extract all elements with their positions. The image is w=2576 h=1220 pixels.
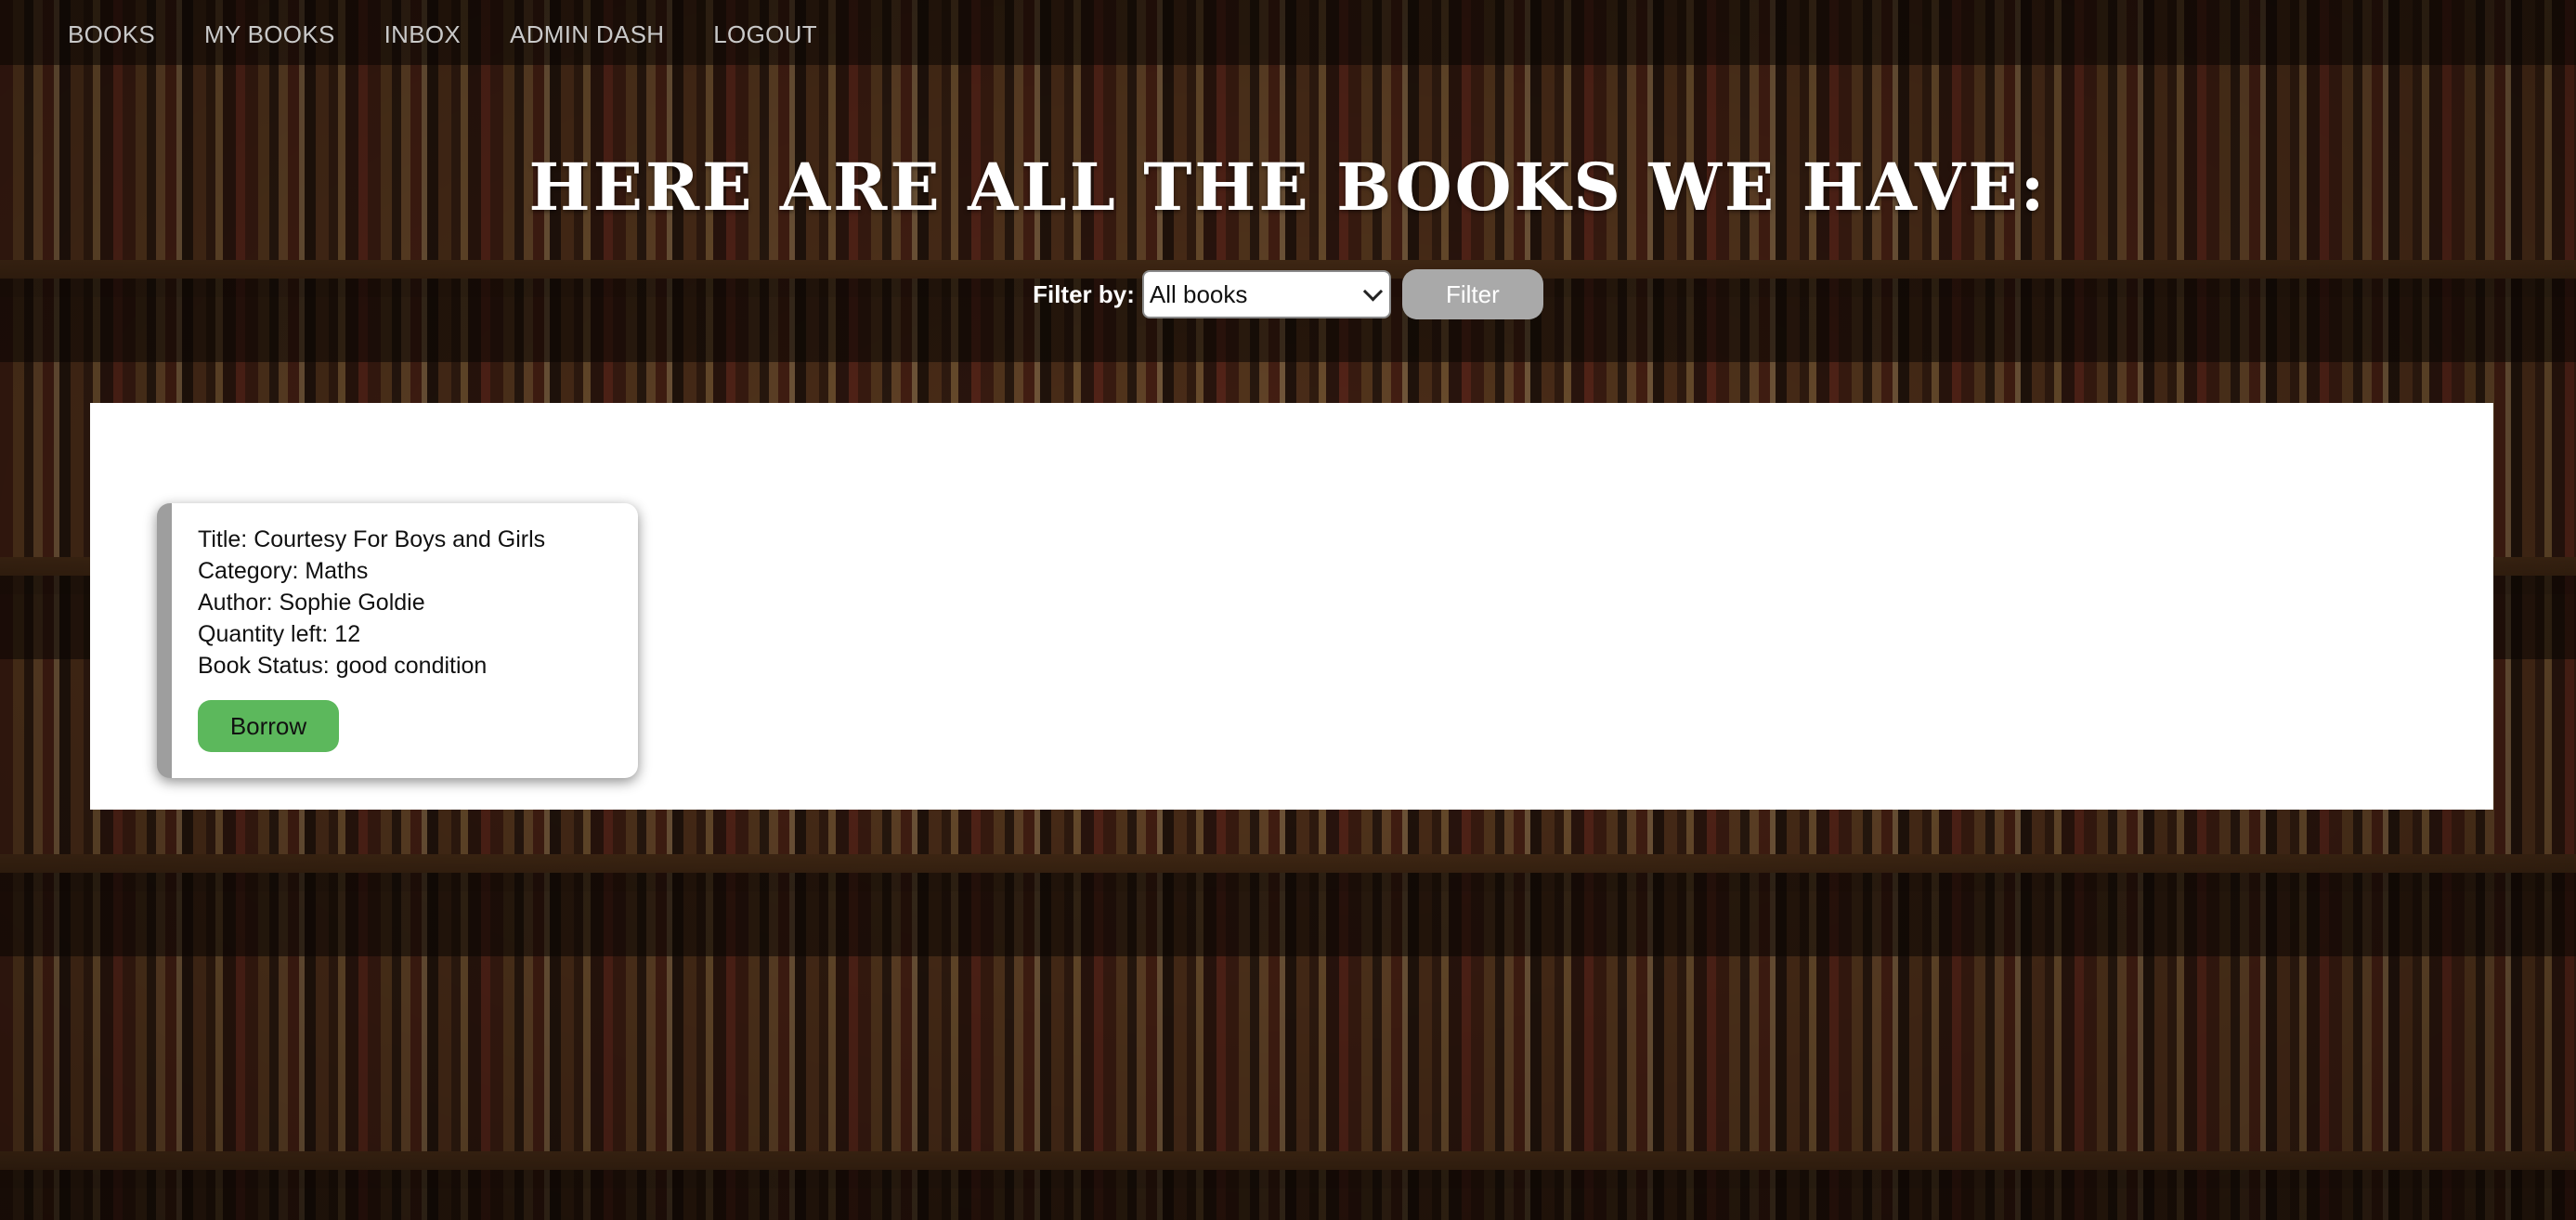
book-author: Author: Sophie Goldie xyxy=(198,590,425,616)
filter-select-value: All books xyxy=(1149,279,1248,308)
nav-item-books[interactable]: BOOKS xyxy=(68,20,155,49)
borrow-button[interactable]: Borrow xyxy=(198,700,339,752)
books-panel: Title: Courtesy For Boys and Girls Categ… xyxy=(90,403,2493,810)
book-category: Category: Maths xyxy=(198,558,369,584)
filter-label: Filter by: xyxy=(1033,279,1135,308)
chevron-down-icon xyxy=(1362,281,1383,302)
nav-item-admin-dash[interactable]: ADMIN DASH xyxy=(510,20,664,49)
filter-select[interactable]: All books xyxy=(1141,270,1391,318)
nav-item-logout[interactable]: LOGOUT xyxy=(713,20,817,49)
book-status: Book Status: good condition xyxy=(198,653,488,679)
top-nav: BOOKS MY BOOKS INBOX ADMIN DASH LOGOUT xyxy=(68,20,817,49)
book-card: Title: Courtesy For Boys and Girls Categ… xyxy=(157,503,638,778)
filter-bar: Filter by: All books Filter xyxy=(0,269,2576,319)
nav-item-my-books[interactable]: MY BOOKS xyxy=(204,20,335,49)
book-title: Title: Courtesy For Boys and Girls xyxy=(198,526,546,552)
page-title: HERE ARE ALL THE BOOKS WE HAVE: xyxy=(528,149,2048,226)
filter-button[interactable]: Filter xyxy=(1401,269,1543,319)
nav-item-inbox[interactable]: INBOX xyxy=(384,20,461,49)
book-quantity: Quantity left: 12 xyxy=(198,621,361,647)
